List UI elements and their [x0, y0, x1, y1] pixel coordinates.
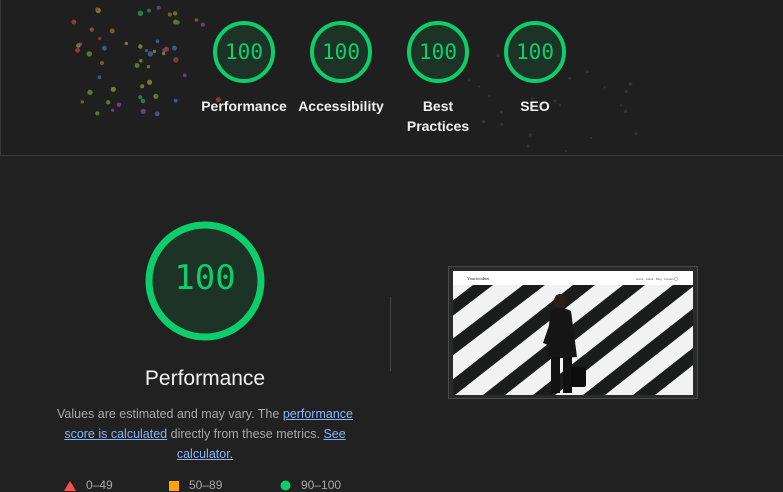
legend-pass: 90–100 — [280, 478, 341, 492]
performance-score: 100 — [174, 258, 236, 298]
circle-icon — [280, 480, 291, 491]
site-name: Yourfoodnet — [467, 276, 490, 281]
desc-text: directly from these metrics. — [167, 427, 324, 441]
vertical-separator — [390, 297, 391, 371]
gauge-performance[interactable]: 100 Performance — [197, 20, 291, 116]
section-divider — [0, 155, 783, 156]
gauge-label: Performance — [201, 98, 287, 114]
gauge-score: 100 — [322, 40, 360, 64]
gauge-best-practices[interactable]: 100 Best Practices — [391, 20, 485, 136]
gauge-accessibility[interactable]: 100 Accessibility — [294, 20, 388, 116]
gauge-score: 100 — [225, 40, 263, 64]
gauge-label: Best Practices — [406, 98, 470, 134]
final-screenshot[interactable]: Yourfoodnet Home About Blog Contact — [448, 266, 698, 399]
gauge-label: Accessibility — [298, 98, 384, 114]
legend-range: 90–100 — [301, 478, 342, 492]
legend-average: 50–89 — [169, 478, 222, 492]
performance-gauge: 100 — [144, 220, 266, 342]
left-border — [0, 0, 1, 155]
performance-title: Performance — [144, 367, 266, 390]
gauge-seo[interactable]: 100 SEO — [488, 20, 582, 116]
legend-range: 0–49 — [86, 478, 113, 492]
legend-fail: 0–49 — [64, 478, 113, 492]
nav-item: Home — [636, 277, 644, 281]
gauge-score: 100 — [419, 40, 457, 64]
nav-item: Contact — [664, 277, 674, 281]
performance-description: Values are estimated and may vary. The p… — [52, 404, 358, 464]
nav-item: Blog — [656, 277, 662, 281]
triangle-icon — [64, 480, 76, 491]
legend-range: 50–89 — [189, 478, 223, 492]
site-nav: Home About Blog Contact — [636, 277, 678, 281]
gauge-label: SEO — [520, 98, 550, 114]
desc-text: Values are estimated and may vary. The — [57, 407, 283, 421]
screenshot-image: Yourfoodnet Home About Blog Contact — [453, 271, 693, 395]
square-icon — [169, 480, 179, 491]
nav-item: About — [646, 277, 654, 281]
gauge-score: 100 — [516, 40, 554, 64]
